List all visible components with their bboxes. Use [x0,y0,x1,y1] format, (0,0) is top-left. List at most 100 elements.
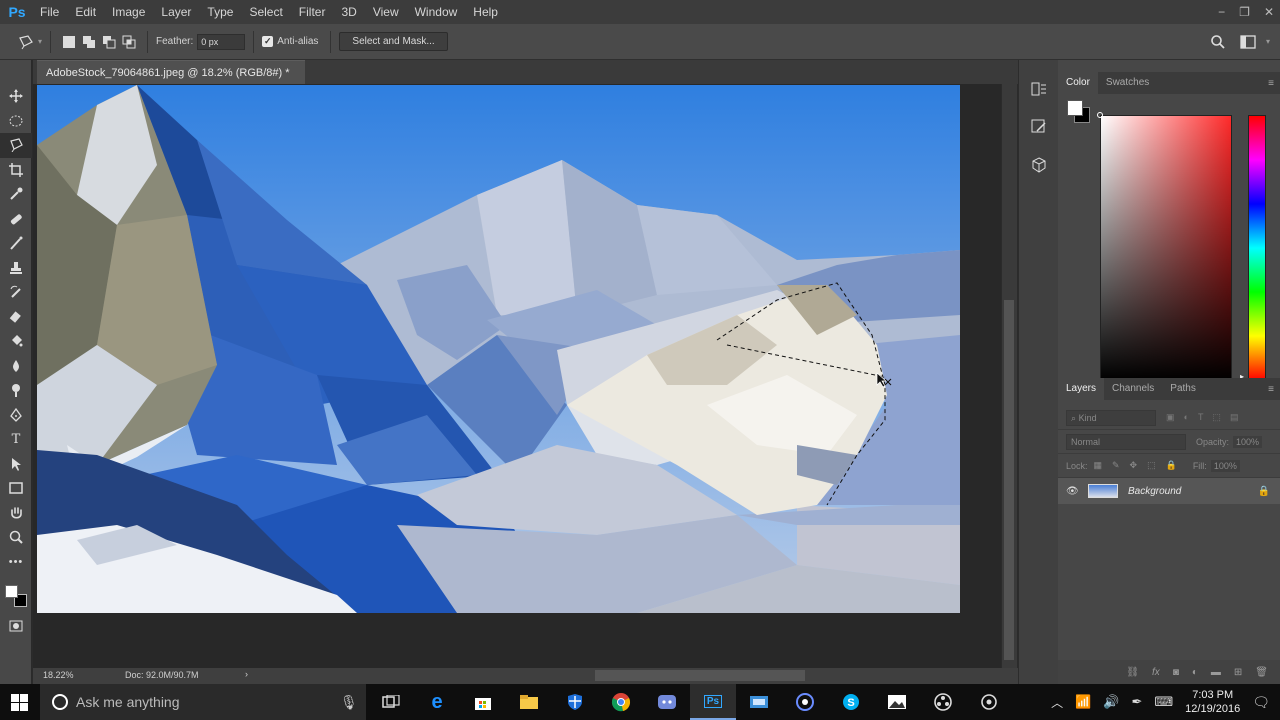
menu-layer[interactable]: Layer [153,0,199,24]
keyboard-icon[interactable]: ⌨ [1154,694,1173,710]
tab-color[interactable]: Color [1058,72,1098,94]
adjustment-layer-icon[interactable]: ◐ [1192,667,1198,678]
tool-preset-chevron-icon[interactable]: ▾ [38,37,42,46]
new-layer-icon[interactable]: ⊞ [1234,667,1242,678]
tab-paths[interactable]: Paths [1162,378,1204,400]
menu-type[interactable]: Type [199,0,241,24]
zoom-tool-icon[interactable] [0,525,32,550]
color-field[interactable] [1100,115,1232,381]
healing-brush-icon[interactable] [0,207,32,232]
tab-channels[interactable]: Channels [1104,378,1162,400]
windows-start-icon[interactable] [11,694,28,714]
obs-icon[interactable] [920,684,966,720]
hue-slider[interactable] [1248,115,1266,381]
lock-icons[interactable]: ▦✎✥⬚🔒 [1094,460,1187,471]
blur-tool-icon[interactable] [0,354,32,379]
rectangle-tool-icon[interactable] [0,476,32,501]
layers-menu-icon[interactable]: ≡ [1268,384,1274,395]
brush-tool-icon[interactable] [0,231,32,256]
close-button[interactable]: ✕ [1264,5,1274,19]
notifications-icon[interactable]: 🗨 [1252,694,1270,711]
menu-help[interactable]: Help [465,0,506,24]
status-menu-arrow-icon[interactable]: › [245,669,248,679]
history-panel-icon[interactable] [1019,70,1059,108]
path-selection-icon[interactable] [0,452,32,477]
layer-row-background[interactable]: 👁 Background 🔒 [1058,478,1280,504]
pen-tool-icon[interactable] [0,403,32,428]
photos-icon[interactable] [874,684,920,720]
workspace-icon[interactable] [1238,32,1258,52]
select-and-mask-button[interactable]: Select and Mask... [339,32,448,51]
workspace-chevron-icon[interactable]: ▾ [1266,37,1270,46]
tab-layers[interactable]: Layers [1058,378,1105,400]
menu-view[interactable]: View [365,0,407,24]
menu-file[interactable]: File [32,0,67,24]
intersect-selection-icon[interactable] [119,32,139,52]
wifi-icon[interactable]: 📶 [1075,694,1091,710]
horizontal-scroll-thumb[interactable] [595,670,805,681]
capture-app-icon[interactable] [966,684,1012,720]
dodge-tool-icon[interactable] [0,378,32,403]
quick-mask-icon[interactable] [0,614,32,639]
pen-ink-icon[interactable]: ✒ [1131,694,1142,710]
cortana-search-box[interactable]: Ask me anything 🎙 [40,684,366,720]
microphone-icon[interactable]: 🎙 [340,694,358,711]
eyedropper-icon[interactable] [0,182,32,207]
add-mask-icon[interactable]: ◙ [1173,667,1179,678]
menu-3d[interactable]: 3D [333,0,364,24]
color-picker-marker[interactable] [1097,112,1103,118]
fx-icon[interactable]: fx [1152,667,1160,678]
document-tab[interactable]: AdobeStock_79064861.jpeg @ 18.2% (RGB/8#… [37,60,305,103]
filter-icons[interactable]: ▣◐T⬚▤ [1166,412,1247,423]
move-tool-icon[interactable] [0,84,32,109]
feather-input[interactable]: 0 px [197,33,246,50]
minimize-button[interactable]: − [1218,5,1225,19]
restore-button[interactable]: ❐ [1239,5,1250,19]
paint-bucket-icon[interactable] [0,329,32,354]
photoshop-taskbar-icon[interactable]: Ps [690,684,736,720]
eraser-icon[interactable] [0,305,32,330]
foreground-color-swatch[interactable] [5,585,18,598]
clock[interactable]: 7:03 PM 12/19/2016 [1185,688,1240,716]
discord-icon[interactable] [644,684,690,720]
fill-input[interactable]: 100% [1210,459,1240,472]
3d-panel-icon[interactable] [1019,146,1059,184]
antialias-checkbox[interactable]: ✓ [262,36,274,47]
app-circle-icon[interactable] [782,684,828,720]
show-hidden-icons-chevron-icon[interactable]: ︿ [1051,694,1063,711]
color-fg-swatch[interactable] [1067,100,1083,116]
clone-stamp-icon[interactable] [0,256,32,281]
menu-edit[interactable]: Edit [67,0,104,24]
zoom-level[interactable]: 18.22% [43,670,74,680]
polygonal-lasso-tool-icon[interactable] [0,133,32,158]
brush-presets-icon[interactable] [1019,108,1059,146]
history-brush-icon[interactable] [0,280,32,305]
document-canvas[interactable] [37,85,960,613]
volume-icon[interactable]: 🔊 [1103,694,1119,710]
blend-mode-select[interactable]: Normal [1066,433,1186,450]
opacity-input[interactable]: 100% [1233,435,1263,448]
skype-icon[interactable]: S [828,684,874,720]
delete-layer-icon[interactable]: 🗑 [1255,667,1268,678]
chrome-icon[interactable] [598,684,644,720]
menu-select[interactable]: Select [241,0,290,24]
add-to-selection-icon[interactable] [79,32,99,52]
type-tool-icon[interactable]: T [0,427,32,452]
vertical-scroll-thumb[interactable] [1004,300,1014,660]
kind-filter[interactable]: ⌕ Kind [1066,409,1156,426]
screen-recorder-icon[interactable] [736,684,782,720]
edge-browser-icon[interactable]: e [414,684,460,720]
new-group-icon[interactable]: ▬ [1211,667,1221,678]
polygonal-lasso-icon[interactable] [16,32,36,52]
new-selection-icon[interactable] [59,32,79,52]
crop-tool-icon[interactable] [0,158,32,183]
more-tools-icon[interactable]: ••• [0,550,32,575]
search-icon[interactable] [1208,32,1228,52]
menu-image[interactable]: Image [104,0,153,24]
subtract-selection-icon[interactable] [99,32,119,52]
file-explorer-icon[interactable] [506,684,552,720]
panel-menu-icon[interactable]: ≡ [1268,78,1274,89]
task-view-icon[interactable] [368,684,414,720]
hand-tool-icon[interactable] [0,501,32,526]
visibility-eye-icon[interactable]: 👁 [1066,486,1088,497]
